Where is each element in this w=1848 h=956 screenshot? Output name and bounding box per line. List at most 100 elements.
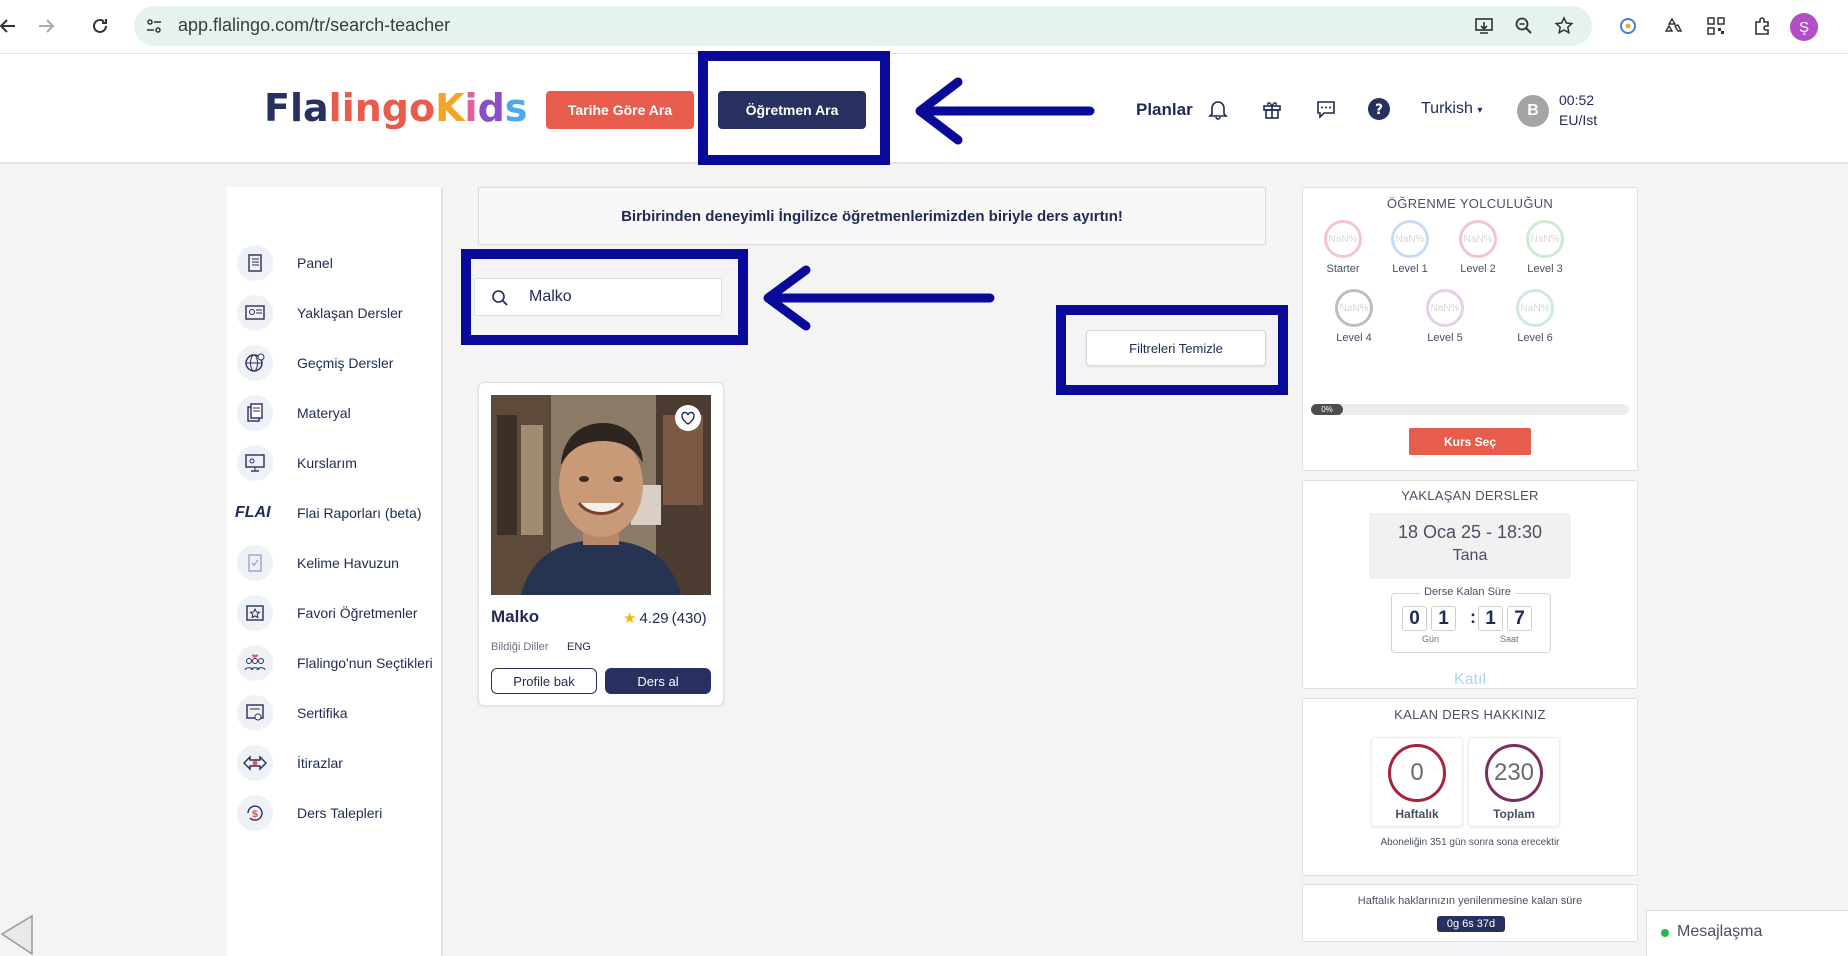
level-progress-ring: NaN% <box>1324 220 1362 258</box>
weekly-quota: 0 Haftalık <box>1371 737 1463 827</box>
book-lesson-button[interactable]: Ders al <box>605 668 711 694</box>
qr-code-icon[interactable] <box>1704 14 1728 38</box>
browser-toolbar: app.flalingo.com/tr/search-teacher Ş <box>0 0 1848 54</box>
zoom-icon[interactable] <box>1512 14 1536 38</box>
flalingo-kids-logo[interactable]: Flalingo Kids <box>264 86 527 130</box>
site-settings-icon[interactable] <box>142 14 166 38</box>
level-label: Level 5 <box>1427 332 1463 344</box>
level-progress-ring: NaN% <box>1391 220 1429 258</box>
online-status-dot <box>1661 929 1669 937</box>
sidebar-item-lesson-requests[interactable]: $ Ders Talepleri <box>237 793 382 833</box>
countdown-digit: 0 <box>1402 606 1427 631</box>
countdown-title: Derse Kalan Süre <box>1420 586 1515 598</box>
level-item: NaN% Level 4 <box>1324 289 1384 344</box>
journey-progress-bar: 0% <box>1311 404 1629 415</box>
install-app-icon[interactable] <box>1472 14 1496 38</box>
messaging-bar[interactable]: Mesajlaşma <box>1646 910 1848 956</box>
chat-bubble-icon[interactable] <box>1312 95 1340 123</box>
sidebar-item-flai-reports[interactable]: FLAI Flai Raporları (beta) <box>235 493 422 533</box>
level-item: NaN% Level 5 <box>1415 289 1475 344</box>
total-quota-value: 230 <box>1493 759 1535 786</box>
sidebar-item-favorite-teachers[interactable]: Favori Öğretmenler <box>237 593 418 633</box>
bookmark-star-icon[interactable] <box>1552 14 1576 38</box>
caret-down-icon: ▾ <box>1477 105 1483 116</box>
back-arrow-icon[interactable] <box>0 14 20 38</box>
favorite-heart-button[interactable] <box>675 405 701 431</box>
forward-arrow-icon[interactable] <box>34 14 58 38</box>
people-hearts-icon <box>237 645 273 681</box>
language-label: Turkish <box>1421 100 1473 117</box>
progress-fill: 0% <box>1311 404 1343 415</box>
sidebar: Panel Yaklaşan Dersler Geçmiş Dersler Ma… <box>227 187 443 956</box>
join-lesson-link[interactable]: Katıl <box>1303 671 1637 689</box>
annotation-arrow-icon <box>763 265 995 331</box>
timezone-value: EU/Ist <box>1559 112 1598 128</box>
weekly-quota-label: Haftalık <box>1395 807 1439 821</box>
sidebar-item-word-pool[interactable]: Kelime Havuzun <box>237 543 399 583</box>
level-label: Level 3 <box>1527 263 1563 275</box>
choose-course-button[interactable]: Kurs Seç <box>1409 428 1531 455</box>
countdown-digit: 7 <box>1507 606 1532 631</box>
sidebar-item-upcoming-lessons[interactable]: Yaklaşan Dersler <box>237 293 403 333</box>
level-label: Level 6 <box>1517 332 1553 344</box>
info-banner: Birbirinden deneyimli İngilizce öğretmen… <box>478 187 1266 245</box>
teacher-rating: ★ 4.29 (430) <box>623 609 707 628</box>
sidebar-item-panel[interactable]: Panel <box>237 243 333 283</box>
sidebar-item-label: Flalingo'nun Seçtikleri <box>297 655 433 671</box>
highlight-box-search-field <box>461 249 748 345</box>
bell-icon[interactable] <box>1204 95 1232 123</box>
highlight-box-clear-filters <box>1056 305 1288 395</box>
view-profile-button[interactable]: Profile bak <box>491 668 597 694</box>
teacher-name: Malko <box>491 607 540 626</box>
subscription-note: Aboneliğin 351 gün sonra sona erecektir <box>1380 837 1560 848</box>
countdown-timer: Derse Kalan Süre 0 1 : 1 7 Gün Saat <box>1391 586 1551 653</box>
level-label: Starter <box>1326 263 1360 275</box>
next-lesson-card[interactable]: 18 Oca 25 - 18:30 Tana <box>1369 513 1571 579</box>
languages-label: Bildiği Diller <box>491 641 549 653</box>
sidebar-item-objections[interactable]: İtirazlar <box>237 743 343 783</box>
user-avatar[interactable]: B <box>1517 95 1549 127</box>
sidebar-item-my-courses[interactable]: Kurslarım <box>237 443 357 483</box>
puzzle-extensions-icon[interactable] <box>1750 14 1774 38</box>
sidebar-item-flalingo-picks[interactable]: Flalingo'nun Seçtikleri <box>237 643 433 683</box>
reload-icon[interactable] <box>88 14 112 38</box>
browser-profile-avatar[interactable]: Ş <box>1790 13 1818 41</box>
sidebar-item-label: Materyal <box>297 405 351 421</box>
sidebar-item-past-lessons[interactable]: Geçmiş Dersler <box>237 343 393 383</box>
monitor-icon <box>237 445 273 481</box>
word-pool-icon <box>237 545 273 581</box>
notebook-icon <box>237 245 273 281</box>
level-progress-ring: NaN% <box>1426 289 1464 327</box>
weekly-quota-value: 0 <box>1410 759 1424 786</box>
time-value: 00:52 <box>1559 92 1595 108</box>
objection-icon <box>237 745 273 781</box>
sidebar-item-label: Geçmiş Dersler <box>297 355 394 371</box>
level-progress-ring: NaN% <box>1459 220 1497 258</box>
level-item: NaN% Level 3 <box>1515 220 1575 275</box>
sidebar-item-label: Panel <box>297 255 333 271</box>
language-selector[interactable]: Turkish ▾ <box>1421 100 1482 118</box>
url-text[interactable]: app.flalingo.com/tr/search-teacher <box>178 15 450 36</box>
help-icon[interactable]: ? <box>1365 95 1393 123</box>
sidebar-item-label: İtirazlar <box>297 755 343 771</box>
highlight-box-teacher-search <box>698 51 890 165</box>
sidebar-item-certificate[interactable]: Sertifika <box>237 693 348 733</box>
recycle-icon[interactable] <box>1660 14 1684 38</box>
remaining-lessons-panel: KALAN DERS HAKKINIZ 0 Haftalık 230 Topla… <box>1302 698 1638 876</box>
level-item: NaN% Level 1 <box>1380 220 1440 275</box>
sidebar-item-material[interactable]: Materyal <box>237 393 351 433</box>
sidebar-item-label: Ders Talepleri <box>297 805 383 821</box>
extension-compass-icon[interactable] <box>1616 14 1640 38</box>
weekly-quota-ring: 0 <box>1388 744 1446 802</box>
countdown-unit-day: Gün <box>1422 634 1440 644</box>
countdown-digit: 1 <box>1431 606 1456 631</box>
documents-icon <box>237 395 273 431</box>
flai-logo-text: FLAI <box>235 504 271 521</box>
banner-text: Birbirinden deneyimli İngilizce öğretmen… <box>621 207 1123 225</box>
gift-icon[interactable] <box>1258 95 1286 123</box>
date-search-button[interactable]: Tarihe Göre Ara <box>546 91 694 129</box>
level-item: NaN% Starter <box>1313 220 1373 275</box>
sidebar-item-label: Flai Raporları (beta) <box>297 505 422 521</box>
plans-link[interactable]: Planlar <box>1136 100 1193 120</box>
star-icon: ★ <box>623 610 637 627</box>
